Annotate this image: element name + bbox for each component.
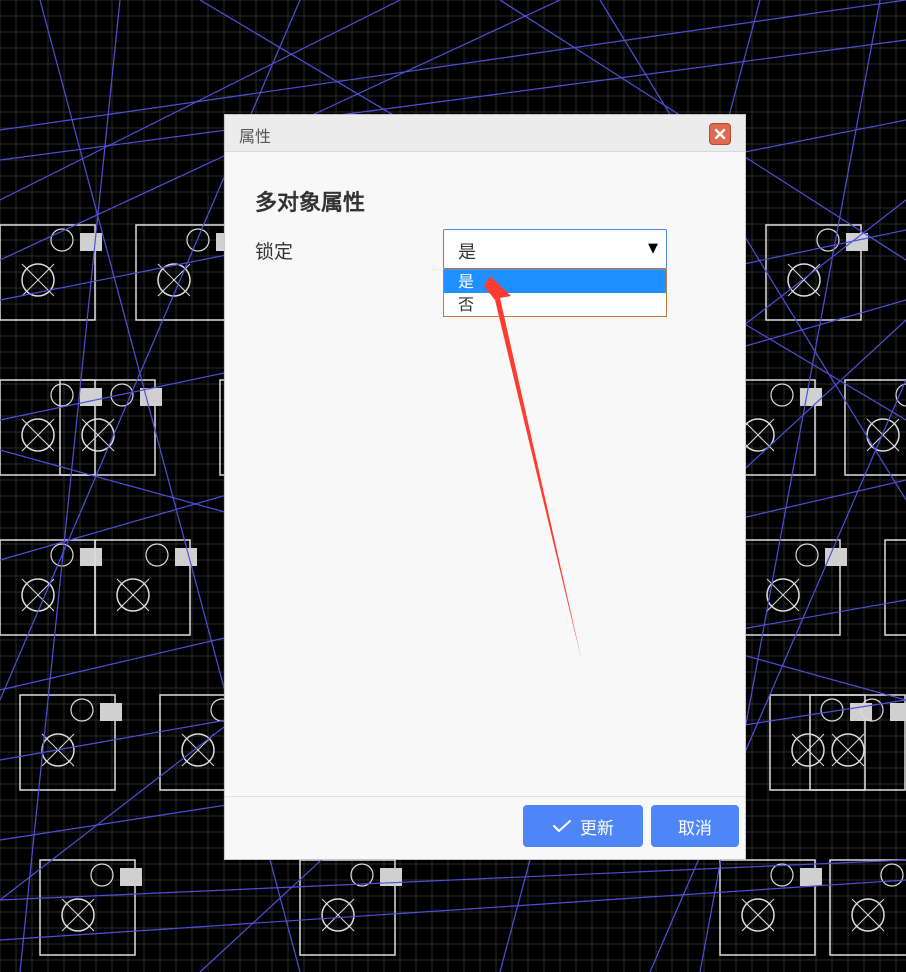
close-icon [714,128,726,140]
dropdown-option-yes[interactable]: 是 [444,270,666,293]
lock-field-label: 锁定 [255,241,294,263]
check-icon [552,819,572,833]
update-button[interactable]: 更新 [523,805,643,847]
lock-dropdown-list: 是 否 [443,269,667,317]
lock-select-value: 是 [458,242,476,263]
cancel-button-label: 取消 [678,818,712,839]
dialog-title: 属性 [239,127,272,146]
section-heading: 多对象属性 [255,191,366,216]
dialog-footer: 更新 取消 [225,796,745,859]
caret-down-icon: ▼ [648,241,658,256]
cancel-button[interactable]: 取消 [651,805,739,847]
update-button-label: 更新 [580,818,614,839]
lock-select[interactable]: 是 ▼ [443,229,667,269]
close-button[interactable] [709,123,731,145]
properties-dialog: 属性 多对象属性 锁定 是 ▼ 是 否 更新 取消 [224,114,746,860]
dropdown-option-no[interactable]: 否 [444,293,666,316]
dialog-titlebar: 属性 [225,115,745,152]
